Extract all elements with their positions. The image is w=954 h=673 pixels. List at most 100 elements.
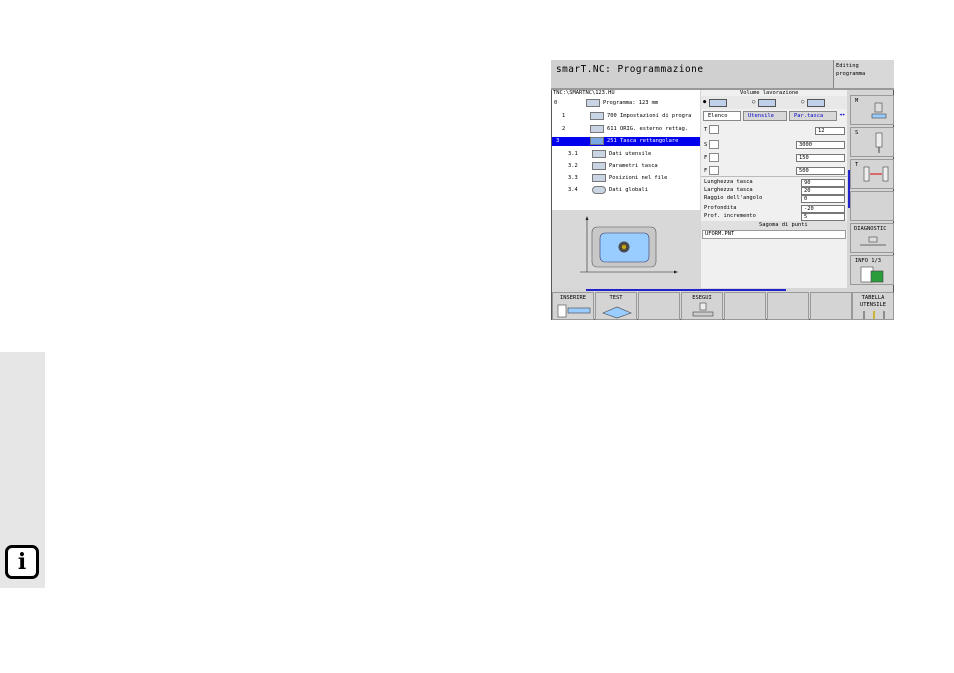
pocket-params-icon <box>592 162 606 170</box>
softkey-diagnostic[interactable]: DIAGNOSTIC <box>850 223 894 253</box>
volume-radio-3[interactable]: ○ <box>801 99 804 105</box>
param-field[interactable]: 5 <box>801 213 845 221</box>
tab-elenco[interactable]: Elenco <box>703 111 741 121</box>
softkey-label: T <box>855 162 859 168</box>
mode-line-1: Editing <box>836 63 859 69</box>
softkey-tabella-utensile[interactable]: TABELLA UTENSILE <box>852 292 894 320</box>
tree-row[interactable]: 2 611 ORIG. esterno rettag. <box>552 125 700 135</box>
tab-scroll-arrows[interactable]: ◂▸ <box>839 112 846 118</box>
feed-milling-icon[interactable] <box>709 166 719 175</box>
pocket-graphic <box>580 216 678 274</box>
softkey-label-2: UTENSILE <box>860 302 886 308</box>
softkey-bar-indicator <box>586 289 786 291</box>
tree-row[interactable]: 3.2 Parametri tasca <box>552 162 700 172</box>
tab-label: Utensile <box>748 113 774 119</box>
tree-row[interactable]: 1 700 Impostazioni di progra <box>552 112 700 122</box>
diagnostic-icon <box>860 236 886 246</box>
tree-row[interactable]: 0 Programma: 123 mm <box>552 99 700 109</box>
softkey-label: INFO 1/3 <box>855 258 881 264</box>
feed-milling-field[interactable]: 500 <box>796 167 845 175</box>
tool-select-icon[interactable] <box>709 125 719 134</box>
tab-label: Par.tasca <box>794 113 824 119</box>
param-value: -20 <box>804 206 814 212</box>
softkey-label: S <box>855 130 859 136</box>
softkey-label: INSERIRE <box>560 295 586 301</box>
softkey-empty[interactable] <box>767 292 809 320</box>
softkey-info[interactable]: INFO 1/3 <box>850 255 894 285</box>
tab-par-tasca[interactable]: Par.tasca <box>789 111 837 121</box>
feed-plunge-value: 150 <box>799 155 809 161</box>
tab-label: Elenco <box>708 113 728 119</box>
param-value: 20 <box>804 188 811 194</box>
softkey-test[interactable]: TEST <box>595 292 637 320</box>
tree-row-num: 3.3 <box>568 175 578 181</box>
param-field[interactable]: 90 <box>801 179 845 187</box>
param-field[interactable]: 0 <box>801 195 845 203</box>
softkey-label: TEST <box>609 295 623 301</box>
tree-row-num: 3 <box>556 138 560 144</box>
program-icon <box>586 99 600 107</box>
tree-row-num: 3.2 <box>568 163 578 169</box>
tree-row-num: 0 <box>554 100 558 106</box>
globe-icon <box>592 186 606 194</box>
volume-roughing-icon[interactable] <box>709 99 727 107</box>
tree-row-label: Posizioni nel file <box>609 175 668 181</box>
softkey-label: ESEGUI <box>692 295 712 301</box>
pattern-title: Sagoma di punti <box>759 222 808 228</box>
tree-row-label: Parametri tasca <box>609 163 658 169</box>
pattern-file-field[interactable]: UFORM.PNT <box>702 230 846 239</box>
tree-row-label: 251 Tasca rettangolare <box>607 138 679 144</box>
softkey-s[interactable]: S <box>850 127 894 157</box>
spindle-speed-field[interactable]: 3000 <box>796 141 845 149</box>
tree-row-selected[interactable]: 3 251 Tasca rettangolare <box>552 137 700 147</box>
softkey-esegui[interactable]: ESEGUI <box>681 292 723 320</box>
softkey-inserire[interactable]: INSERIRE <box>552 292 594 320</box>
spindle-icon <box>875 132 883 153</box>
tree-row-num: 3.4 <box>568 187 578 193</box>
execute-icon <box>692 302 714 317</box>
param-field[interactable]: 20 <box>801 187 845 195</box>
m-function-icon <box>871 102 887 119</box>
feed-plunge-icon[interactable] <box>709 153 719 162</box>
softkey-empty[interactable] <box>810 292 852 320</box>
volume-side-finish-icon[interactable] <box>807 99 825 107</box>
tree-row[interactable]: 3.1 Dati utensile <box>552 150 700 160</box>
softkey-empty[interactable] <box>638 292 680 320</box>
volume-radio-1[interactable]: ● <box>703 99 706 105</box>
settings-icon <box>590 112 604 120</box>
feed-plunge-field[interactable]: 150 <box>796 154 845 162</box>
tree-row[interactable]: 3.4 Dati globali <box>552 186 700 196</box>
pattern-header: Sagoma di punti <box>701 221 847 230</box>
tree-row-label: Dati utensile <box>609 151 652 157</box>
volume-finishing-icon[interactable] <box>758 99 776 107</box>
screen-title: smarT.NC: Programmazione <box>556 64 704 75</box>
section-divider <box>701 176 847 177</box>
param-label: Profondita <box>704 205 737 211</box>
tool-icon <box>592 150 606 158</box>
info-icon: i <box>5 545 39 579</box>
tree-row[interactable]: 3.3 Posizioni nel file <box>552 174 700 184</box>
softkey-label: M <box>855 98 859 104</box>
softkey-t[interactable]: T <box>850 159 894 189</box>
mode-line-2: programma <box>836 71 866 77</box>
pocket-icon <box>590 137 604 145</box>
softkey-empty[interactable] <box>850 191 894 221</box>
feed-plunge-label: F <box>704 155 708 161</box>
param-value: 5 <box>804 214 808 220</box>
tab-utensile[interactable]: Utensile <box>743 111 787 121</box>
softkey-empty[interactable] <box>724 292 766 320</box>
feed-milling-label: F <box>704 168 708 174</box>
softkey-m[interactable]: M <box>850 95 894 125</box>
tool-table-icon <box>863 311 885 319</box>
tree-row-num: 3.1 <box>568 151 578 157</box>
spindle-icon[interactable] <box>709 140 719 149</box>
insert-icon <box>557 304 591 318</box>
tree-row-label: 700 Impostazioni di progra <box>607 113 692 119</box>
x-axis-arrow <box>674 270 678 274</box>
spindle-speed-value: 3000 <box>799 142 812 148</box>
param-field[interactable]: -20 <box>801 205 845 213</box>
param-label: Lunghezza tasca <box>704 179 753 185</box>
param-label: Prof. incremento <box>704 213 756 219</box>
tool-number-field[interactable]: 12 <box>815 127 845 135</box>
volume-radio-2[interactable]: ○ <box>752 99 755 105</box>
